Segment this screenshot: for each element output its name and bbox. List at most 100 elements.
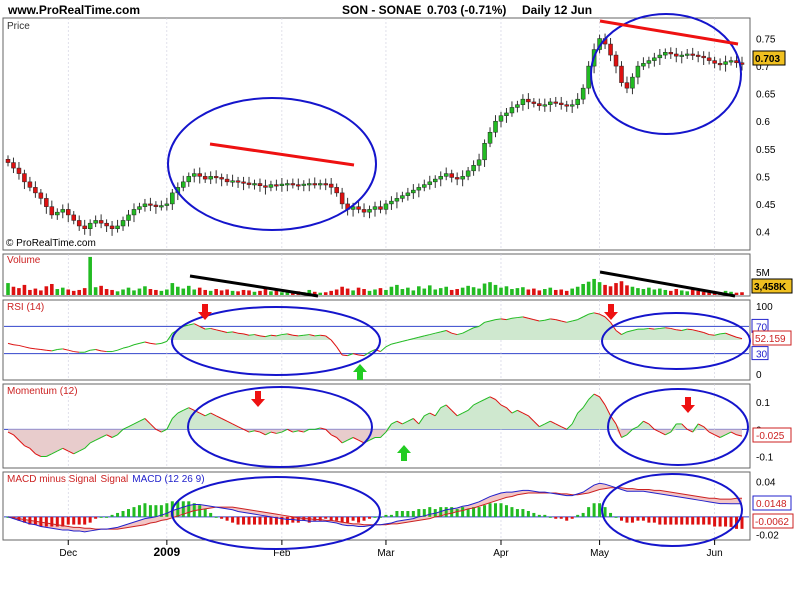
volume-bar [674,289,679,295]
rsi-segment [292,334,299,337]
macd-histogram-bar [724,516,728,527]
site-name[interactable]: www.ProRealTime.com [7,3,140,17]
candle-body [690,53,695,56]
candle-body [224,178,230,183]
rsi-segment [298,334,304,337]
candle-body [537,103,542,107]
macd-histogram-bar [242,516,246,525]
candle-body [164,203,170,206]
candle-body [580,87,586,100]
candle-body [126,214,131,221]
volume-bar [236,291,240,295]
macd-histogram-bar [526,511,530,517]
volume-bar [230,290,235,295]
volume-bar [668,290,673,295]
candle-body [191,173,197,177]
candle-body [285,183,290,186]
volume-bar [543,289,547,295]
macd-histogram-bar [477,507,481,517]
macd-tick: 0.04 [756,478,776,489]
candle-body [465,170,471,177]
candle-body [60,209,66,213]
volume-bar [701,291,706,295]
candle-body [120,220,126,227]
volume-bar [493,284,498,295]
candle-body [652,57,657,61]
volume-bar [515,288,520,295]
candle-body [586,65,591,89]
candle-body [71,214,76,221]
price-tick: 0.55 [756,145,776,156]
volume-bar [378,288,383,295]
candle-body [564,104,569,107]
macd-histogram-bar [116,512,120,517]
candle-body [301,183,307,186]
volume-bar [466,285,470,295]
macd-histogram-bar [127,509,131,517]
chart-window: www.ProRealTime.com SON - SONAE 0.703 (-… [0,0,800,600]
macd-histogram-bar [198,505,202,517]
rsi-segment [314,334,321,337]
volume-bar [663,289,668,295]
macd-histogram-bar [94,516,98,519]
volume-bar [647,287,651,295]
candle-body [361,209,367,213]
macd-histogram-bar [83,516,87,525]
candle-body [44,198,49,207]
macd-hist-value: -0.0062 [755,517,789,528]
macd-histogram-bar [99,516,103,518]
candle-body [66,209,71,216]
rsi-segment [73,351,80,353]
candle-body [723,61,728,65]
volume-bar [406,287,410,295]
candle-body [312,183,317,186]
volume-bar [619,281,624,295]
candle-body [241,181,246,184]
macd-histogram-bar [537,514,541,517]
candle-body [433,178,438,183]
macd-histogram-bar [669,516,673,525]
volume-bar [104,289,109,295]
macd-histogram-bar [718,516,722,527]
volume-bar [55,289,60,295]
symbol-title: SON - SONAE [342,3,421,17]
candle-body [482,143,487,161]
candle-body [553,101,559,104]
volume-bar [488,282,492,295]
rsi-segment [155,342,162,345]
candle-body [542,104,548,107]
macd-title-hist: MACD minus Signal [7,474,96,485]
candle-body [668,52,674,55]
macd-histogram-bar [384,514,388,517]
rsi-segment [303,334,310,336]
volume-bar [679,290,684,295]
rsi-segment [46,349,52,352]
candle-body [11,162,16,169]
macd-histogram-bar [598,503,602,517]
volume-bar [186,285,191,295]
candle-body [257,183,263,186]
candle-body [98,220,104,224]
candle-body [356,206,361,210]
candle-body [679,54,684,57]
volume-bar [165,289,169,295]
momentum-panel-title: Momentum (12) [7,386,78,397]
macd-histogram-bar [105,516,109,518]
candle-body [246,182,252,185]
rsi-segment [659,327,666,329]
candle-body [411,189,416,194]
volume-bar [526,289,531,295]
volume-bar [586,281,591,295]
rsi-segment [539,319,545,322]
volume-bar [115,291,120,295]
volume-bar [269,291,273,295]
candle-body [531,101,537,104]
macd-histogram-bar [132,507,136,517]
candle-body [613,54,619,67]
candle-body [93,220,98,224]
candle-body [186,176,192,183]
candle-body [5,159,11,163]
macd-histogram-bar [214,516,218,518]
macd-histogram-bar [66,516,70,525]
candle-body [307,183,312,186]
